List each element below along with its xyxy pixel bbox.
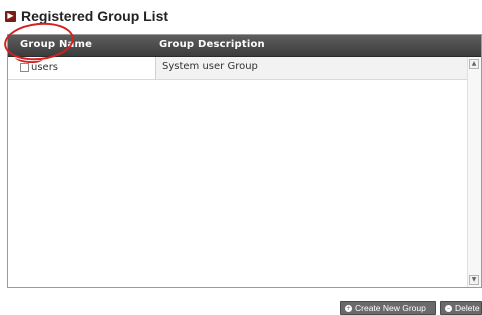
page-title-text: Registered Group List [21, 8, 169, 24]
group-list-table: Group Name Group Description users Syste… [7, 34, 482, 288]
table-header: Group Name Group Description [8, 35, 481, 57]
row-checkbox[interactable] [20, 63, 29, 72]
table-row[interactable]: users System user Group [8, 57, 467, 80]
group-description: System user Group [162, 61, 258, 72]
group-name-cell: users [8, 57, 156, 79]
create-new-group-label: Create New Group [355, 303, 426, 313]
create-new-group-button[interactable]: + Create New Group [340, 301, 436, 315]
column-header-group-description[interactable]: Group Description [159, 39, 265, 50]
plus-icon: + [345, 304, 352, 312]
page-title: ▶ Registered Group List [5, 6, 168, 26]
scroll-up-icon[interactable]: ▲ [469, 59, 479, 69]
vertical-scrollbar[interactable]: ▲ ▼ [467, 57, 481, 287]
group-name: users [31, 62, 59, 73]
table-body: users System user Group [8, 57, 481, 287]
group-description-cell: System user Group [156, 57, 467, 79]
delete-label: Delete [455, 303, 480, 313]
column-header-group-name[interactable]: Group Name [20, 39, 92, 50]
minus-icon: – [445, 304, 452, 312]
arrow-right-square-icon: ▶ [5, 10, 16, 22]
scroll-down-icon[interactable]: ▼ [469, 275, 479, 285]
delete-button[interactable]: – Delete [440, 301, 482, 315]
